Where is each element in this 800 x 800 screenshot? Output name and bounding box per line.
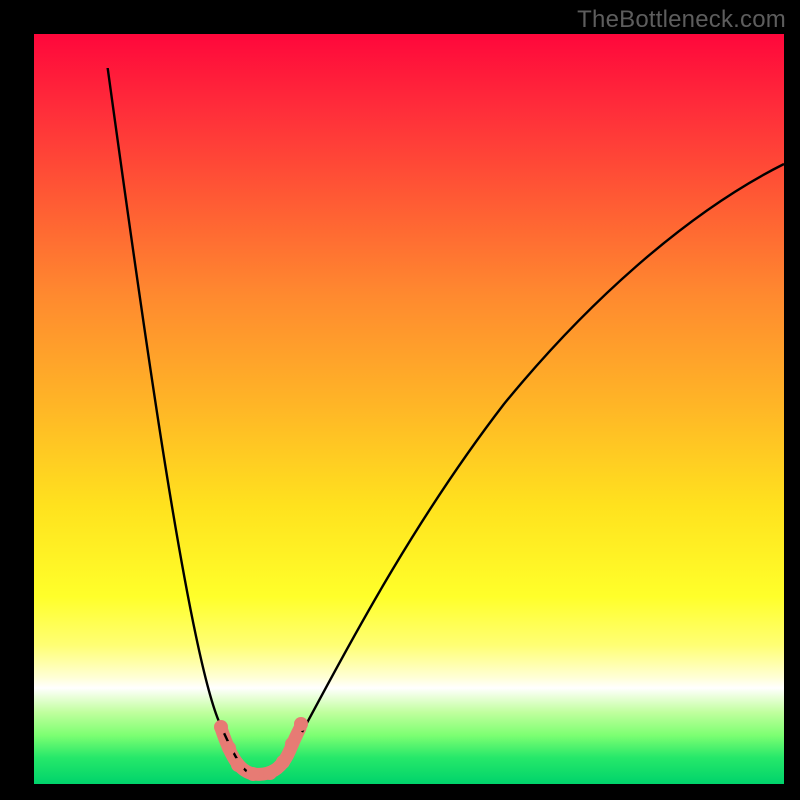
chart-svg (0, 0, 800, 800)
valley-dot (222, 741, 236, 755)
watermark-label: TheBottleneck.com (577, 6, 786, 34)
chart-frame: TheBottleneck.com (0, 0, 800, 800)
valley-dot (246, 767, 260, 781)
plot-background (34, 34, 784, 784)
valley-dot (263, 766, 277, 780)
valley-dot (285, 737, 299, 751)
valley-dot (276, 755, 290, 769)
valley-dot (231, 758, 245, 772)
valley-dot (214, 720, 228, 734)
valley-dot (294, 717, 308, 731)
